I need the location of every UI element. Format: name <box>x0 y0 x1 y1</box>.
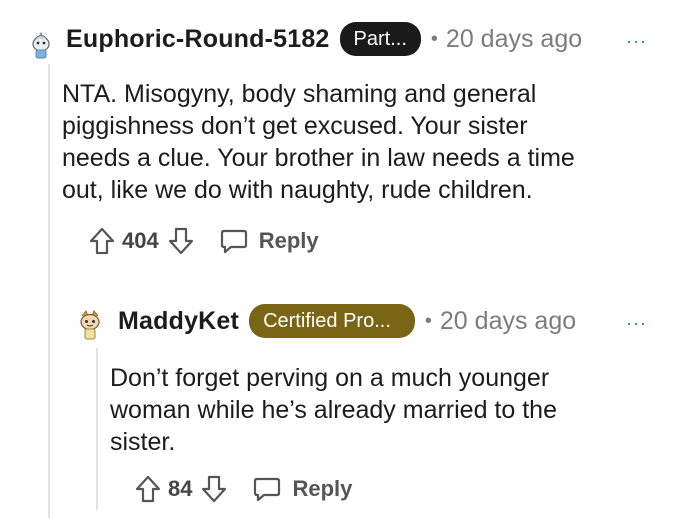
avatar[interactable] <box>78 308 100 340</box>
reply-button[interactable]: Reply <box>252 475 352 503</box>
comment-text-line: sister. <box>110 428 176 456</box>
more-options-ellipsis-icon[interactable]: ··· <box>626 314 647 332</box>
snoo-avatar-icon <box>80 310 100 340</box>
more-options-ellipsis-icon[interactable]: ··· <box>626 32 647 50</box>
comment-actions: 404 Reply <box>88 224 319 258</box>
upvote-button[interactable] <box>134 474 162 504</box>
comment-body: NTA. Misogyny, body shaming and general … <box>62 78 575 206</box>
comment-header: MaddyKet Certified Pro... • 20 days ago <box>118 300 576 342</box>
downvote-button[interactable] <box>200 474 228 504</box>
snoo-avatar-icon <box>32 32 50 59</box>
arrow-down-icon <box>168 227 193 255</box>
speech-bubble-icon <box>220 229 247 254</box>
arrow-down-icon <box>202 475 227 503</box>
vote-count: 404 <box>122 228 159 253</box>
comment-body: Don’t forget perving on a much younger w… <box>110 362 557 458</box>
thread-line-reply[interactable] <box>96 348 98 510</box>
reply-label: Reply <box>258 228 319 253</box>
speech-bubble-icon <box>254 477 281 502</box>
reply-label: Reply <box>292 476 353 501</box>
comment-header: Euphoric-Round-5182 Part... • 20 days ag… <box>66 18 582 60</box>
username[interactable]: Euphoric-Round-5182 <box>66 25 330 54</box>
arrow-up-icon <box>135 475 161 503</box>
user-flair[interactable]: Part... <box>339 22 421 56</box>
comment-text-line: woman while he’s already married to the <box>110 396 557 424</box>
comment-text-line: Don’t forget perving on a much younger <box>110 364 550 392</box>
comment-text-line: piggishness don’t get excused. Your sist… <box>62 112 528 140</box>
timestamp[interactable]: 20 days ago <box>446 25 582 54</box>
reply-button[interactable]: Reply <box>219 227 319 255</box>
separator-dot: • <box>430 27 438 50</box>
user-flair[interactable]: Certified Pro... <box>249 304 415 338</box>
thread-line-main[interactable] <box>48 64 50 518</box>
separator-dot: • <box>424 309 432 332</box>
vote-count: 84 <box>168 476 193 501</box>
downvote-button[interactable] <box>167 226 195 256</box>
comment-actions: 84 Reply <box>134 472 352 506</box>
comment-text-line: needs a clue. Your brother in law needs … <box>62 144 575 172</box>
upvote-button[interactable] <box>88 226 116 256</box>
arrow-up-icon <box>89 227 115 255</box>
comment-text-line: NTA. Misogyny, body shaming and general <box>62 80 537 108</box>
avatar[interactable] <box>30 30 52 59</box>
comment-text-line: out, like we do with naughty, rude child… <box>62 176 533 204</box>
timestamp[interactable]: 20 days ago <box>440 307 576 336</box>
username[interactable]: MaddyKet <box>118 307 239 336</box>
